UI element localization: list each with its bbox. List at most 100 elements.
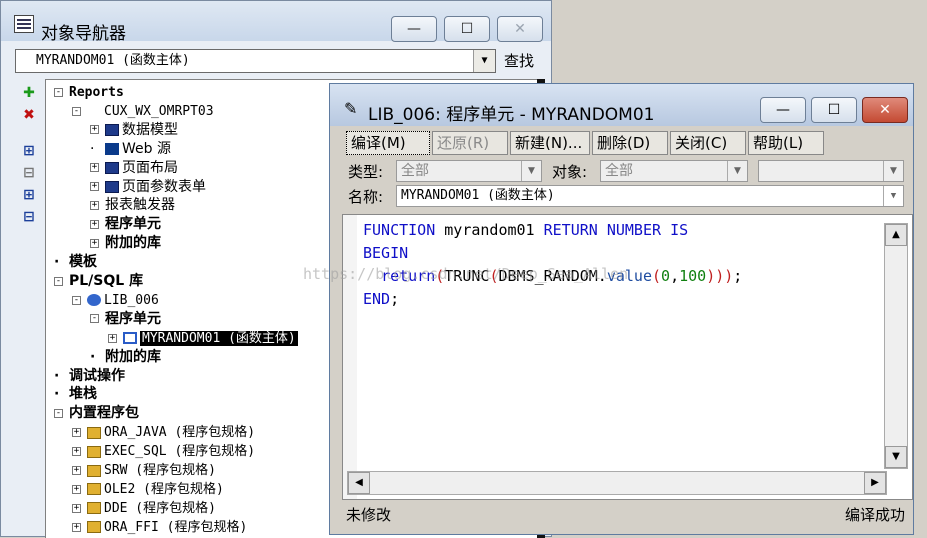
scroll-right-icon[interactable]: ▶ (864, 472, 886, 494)
chevron-down-icon[interactable]: ▼ (727, 161, 747, 181)
chevron-down-icon[interactable]: ▼ (473, 50, 495, 72)
compile-button[interactable]: 编译(M) (346, 131, 430, 155)
tree-node[interactable]: · 模板 (54, 253, 97, 272)
maximize-button[interactable]: ☐ (444, 16, 490, 42)
tree-node[interactable]: - 内置程序包 (54, 404, 139, 423)
expand-icon[interactable]: + (72, 466, 81, 475)
tree-node[interactable]: + ORA_FFI (程序包规格) (72, 518, 247, 537)
tree-node[interactable]: + 程序单元 (90, 215, 161, 234)
chevron-down-icon[interactable]: ▼ (883, 186, 903, 206)
editor-minimize-button[interactable]: — (760, 97, 806, 123)
leaf-marker: · (54, 367, 60, 384)
expand-icon[interactable]: + (90, 163, 99, 173)
modified-status: 未修改 (346, 506, 392, 524)
editor-close-button[interactable]: ✕ (862, 97, 908, 123)
revert-button[interactable]: 还原(R) (432, 131, 508, 155)
object-select[interactable]: 全部 ▼ (600, 160, 748, 182)
close-button[interactable]: 关闭(C) (670, 131, 746, 155)
grid-icon (105, 123, 119, 136)
name-label: 名称: (348, 188, 384, 206)
navigator-object-select[interactable]: MYRANDOM01 (函数主体) ▼ (15, 49, 496, 73)
navigator-select-value: MYRANDOM01 (函数主体) (36, 53, 190, 68)
tree-node-label: ORA_JAVA (程序包规格) (104, 425, 256, 441)
editor-vertical-scrollbar[interactable]: ▲ ▼ (884, 223, 908, 469)
tree-node[interactable]: + EXEC_SQL (程序包规格) (72, 442, 255, 461)
minimize-button[interactable]: — (391, 16, 437, 42)
expand-icon[interactable]: + (90, 125, 99, 135)
tree-node-label: 调试操作 (69, 367, 125, 384)
expand-icon[interactable]: + (90, 200, 99, 210)
tree-node-label: 页面布局 (122, 159, 178, 176)
tree-node[interactable]: + 报表触发器 (90, 196, 175, 215)
expand-icon[interactable]: + (90, 182, 99, 191)
tree-node[interactable]: · 调试操作 (54, 367, 125, 386)
tree-node[interactable]: - LIB_006 (72, 291, 159, 310)
help-button[interactable]: 帮助(L) (748, 131, 824, 155)
tree-node[interactable]: + 页面布局 (90, 159, 178, 178)
tree-node-label: 附加的库 (105, 348, 161, 365)
collapse-icon[interactable]: - (72, 295, 81, 305)
tree-node[interactable]: + 附加的库 (90, 234, 161, 253)
tree-node[interactable]: - PL/SQL 库 (54, 272, 143, 291)
tree-node[interactable]: · Web 源 (90, 140, 171, 159)
collapse-all-icon[interactable]: ⊟ (21, 209, 37, 225)
collapse-icon[interactable]: - (90, 314, 99, 324)
tree-node-label: 程序单元 (105, 216, 161, 233)
expand-icon[interactable]: + (72, 428, 81, 438)
collapse-icon[interactable]: ⊟ (21, 165, 37, 181)
tree-node-label: 数据模型 (122, 121, 178, 138)
scroll-left-icon[interactable]: ◀ (348, 472, 370, 494)
tree-node[interactable]: - CUX_WX_OMRPT03 (72, 102, 214, 121)
tree-node[interactable]: + OLE2 (程序包规格) (72, 480, 224, 499)
tree-node[interactable]: · 堆栈 (54, 385, 97, 404)
tree-node[interactable]: - Reports (54, 83, 124, 102)
delete-icon[interactable]: ✖ (21, 107, 37, 123)
db-icon (87, 294, 101, 307)
navigator-app-icon (14, 15, 34, 33)
code-editor[interactable]: FUNCTION myrandom01 RETURN NUMBER IS BEG… (342, 214, 913, 500)
expand-all-icon[interactable]: ⊞ (21, 187, 37, 203)
tree-node[interactable]: + SRW (程序包规格) (72, 461, 216, 480)
fn-icon (123, 332, 137, 345)
expand-icon[interactable]: + (72, 503, 81, 513)
tree-node-label: PL/SQL 库 (69, 273, 144, 289)
close-button[interactable]: ✕ (497, 16, 543, 42)
collapse-icon[interactable]: - (54, 88, 63, 97)
chevron-down-icon[interactable]: ▼ (883, 161, 903, 181)
new-button[interactable]: 新建(N)... (510, 131, 590, 155)
scroll-down-icon[interactable]: ▼ (885, 446, 907, 468)
editor-horizontal-scrollbar[interactable]: ◀ ▶ (347, 471, 887, 495)
name-select[interactable]: MYRANDOM01 (函数主体) ▼ (396, 185, 904, 207)
expand-icon[interactable]: + (72, 447, 81, 457)
expand-icon[interactable]: + (108, 333, 117, 343)
type-select-value: 全部 (401, 163, 429, 179)
tree-node-label: Web 源 (122, 140, 171, 157)
expand-icon[interactable]: + (90, 238, 99, 248)
pkg-icon (87, 464, 101, 477)
expand-icon[interactable]: + (72, 484, 81, 494)
tree-node[interactable]: - 程序单元 (90, 310, 161, 329)
tree-node[interactable]: + MYRANDOM01 (函数主体) (108, 329, 298, 348)
expand-icon[interactable]: ⊞ (21, 143, 37, 159)
tree-node[interactable]: + ORA_JAVA (程序包规格) (72, 423, 255, 442)
type-select[interactable]: 全部 ▼ (396, 160, 542, 182)
extra-select[interactable]: ▼ (758, 160, 904, 182)
tree-node-label: 程序单元 (105, 310, 161, 327)
create-icon[interactable]: ✚ (21, 85, 37, 101)
tree-node[interactable]: + 页面参数表单 (90, 178, 206, 197)
chevron-down-icon[interactable]: ▼ (521, 161, 541, 181)
expand-icon[interactable]: + (90, 219, 99, 229)
find-button[interactable]: 查找 (504, 50, 534, 71)
collapse-icon[interactable]: - (54, 276, 63, 286)
tree-node[interactable]: · 附加的库 (90, 348, 161, 367)
tree-node-label: CUX_WX_OMRPT03 (104, 103, 214, 119)
collapse-icon[interactable]: - (54, 408, 63, 418)
tree-node[interactable]: + DDE (程序包规格) (72, 499, 216, 518)
delete-button[interactable]: 删除(D) (592, 131, 668, 155)
scroll-up-icon[interactable]: ▲ (885, 224, 907, 246)
tree-node[interactable]: + 数据模型 (90, 121, 178, 140)
grid-icon (105, 180, 119, 193)
collapse-icon[interactable]: - (72, 106, 81, 116)
expand-icon[interactable]: + (72, 522, 81, 532)
editor-maximize-button[interactable]: ☐ (811, 97, 857, 123)
